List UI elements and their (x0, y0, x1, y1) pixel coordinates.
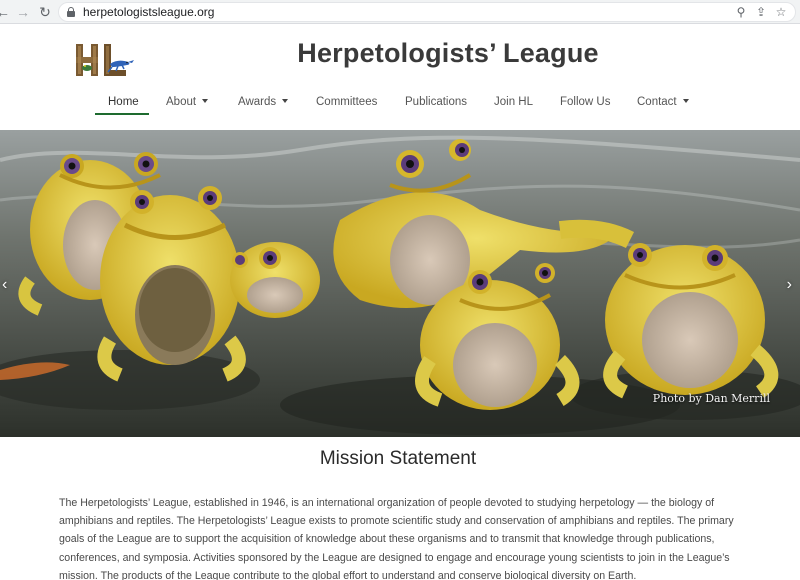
address-bar[interactable]: herpetologistsleague.org ⚲ ⇪ ☆ (58, 2, 796, 22)
slider-next-button[interactable]: › (787, 276, 792, 294)
nav-item-awards[interactable]: Awards (238, 92, 289, 116)
caret-down-icon (682, 98, 689, 103)
site-title[interactable]: Herpetologists’ League (200, 38, 696, 69)
nav-item-about[interactable]: About (166, 92, 209, 116)
nav-item-label: Committees (316, 96, 378, 108)
caret-down-icon (282, 98, 289, 103)
nav-item-label: Publications (405, 96, 468, 108)
logo-image (72, 38, 136, 82)
nav-item-label: Follow Us (560, 96, 611, 108)
photo-credit: Photo by Dan Merrill (652, 392, 770, 405)
lock-icon[interactable] (67, 7, 75, 17)
url-text[interactable]: herpetologistsleague.org (83, 5, 214, 19)
forward-arrow-icon[interactable]: → (14, 3, 32, 21)
hero-photo (0, 130, 800, 437)
reload-icon[interactable]: ↻ (36, 3, 54, 21)
nav-item-follow-us[interactable]: Follow Us (560, 92, 610, 116)
nav-item-label: Awards (238, 96, 277, 108)
nav-item-join[interactable]: Join HL (494, 92, 533, 116)
active-indicator (95, 113, 149, 115)
share-icon[interactable]: ⇪ (753, 4, 769, 20)
mission-title: Mission Statement (319, 448, 477, 469)
site-logo[interactable] (72, 38, 136, 82)
nav-item-home[interactable]: Home (95, 92, 149, 116)
star-icon[interactable]: ☆ (773, 4, 789, 20)
hero-slider[interactable]: ‹ › Photo by Dan Merrill (0, 130, 800, 437)
mission-text: The Herpetologists’ League, established … (59, 497, 734, 580)
nav-item-label: Home (108, 96, 139, 108)
nav-item-contact[interactable]: Contact (637, 92, 689, 116)
browser-toolbar: ← → ↻ herpetologistsleague.org ⚲ ⇪ ☆ (0, 0, 800, 24)
nav-item-committees[interactable]: Committees (316, 92, 377, 116)
nav-item-label: About (166, 96, 197, 108)
magnifier-icon[interactable]: ⚲ (733, 4, 749, 20)
slider-prev-button[interactable]: ‹ (2, 276, 7, 294)
nav-item-label: Join HL (494, 96, 533, 108)
nav-item-publications[interactable]: Publications (405, 92, 467, 116)
back-arrow-icon[interactable]: ← (0, 3, 12, 21)
nav-item-label: Contact (637, 96, 677, 108)
caret-down-icon (202, 98, 209, 103)
